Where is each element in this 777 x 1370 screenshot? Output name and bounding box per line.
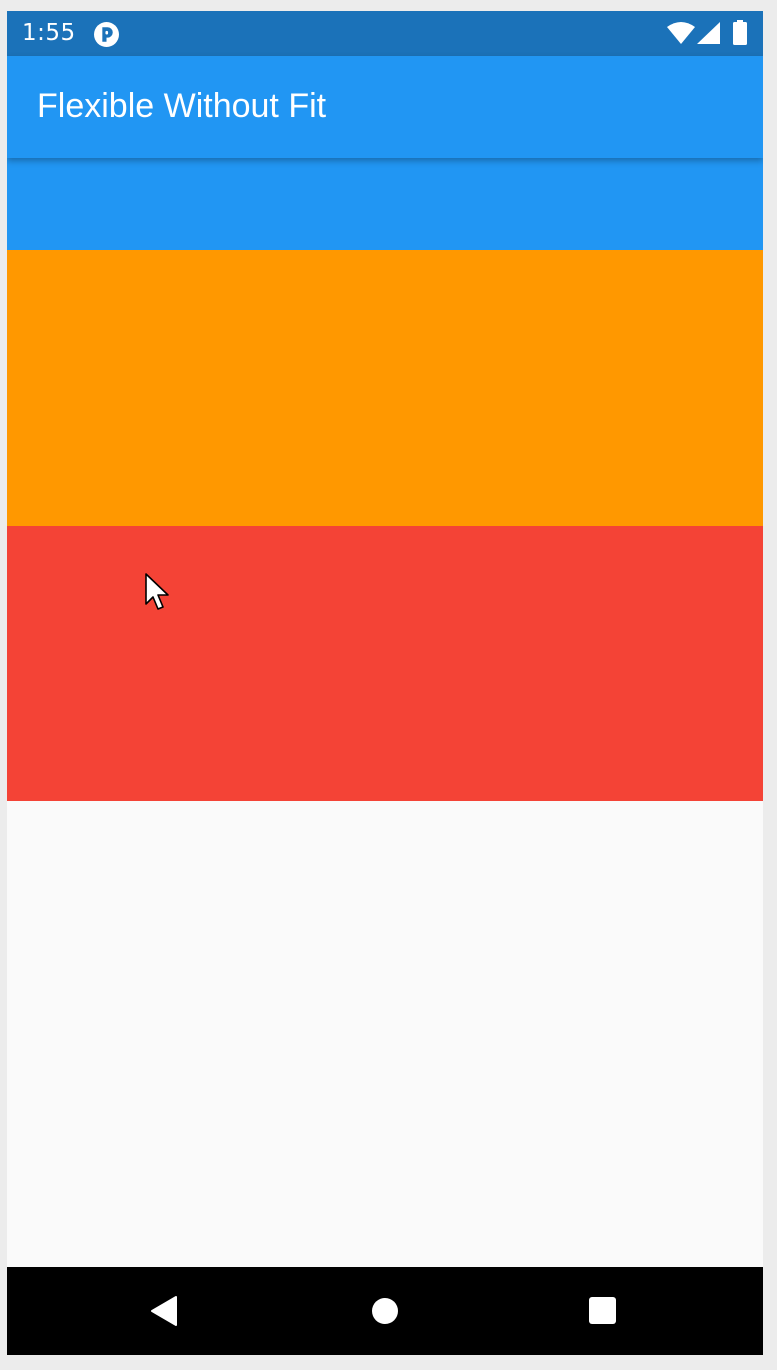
battery-full-icon	[733, 20, 747, 45]
cell-signal-icon	[697, 22, 720, 44]
back-triangle-icon[interactable]	[148, 1294, 182, 1328]
empty-space	[7, 801, 763, 1267]
wifi-icon	[667, 22, 695, 44]
pocket-p-icon	[94, 22, 119, 47]
orange-flexible-box	[7, 250, 763, 526]
app-bar: Flexible Without Fit	[7, 56, 763, 158]
home-circle-icon[interactable]	[368, 1294, 402, 1328]
status-bar: 1:55	[7, 11, 763, 56]
mouse-cursor-icon	[145, 573, 169, 610]
recents-square-icon[interactable]	[586, 1294, 620, 1328]
navigation-bar	[7, 1267, 763, 1355]
blue-flexible-box	[7, 158, 763, 250]
page-title: Flexible Without Fit	[37, 87, 327, 125]
device-screen: 1:55 Flexible Without Fit	[7, 11, 763, 1355]
status-time: 1:55	[22, 20, 76, 46]
red-flexible-box	[7, 526, 763, 801]
